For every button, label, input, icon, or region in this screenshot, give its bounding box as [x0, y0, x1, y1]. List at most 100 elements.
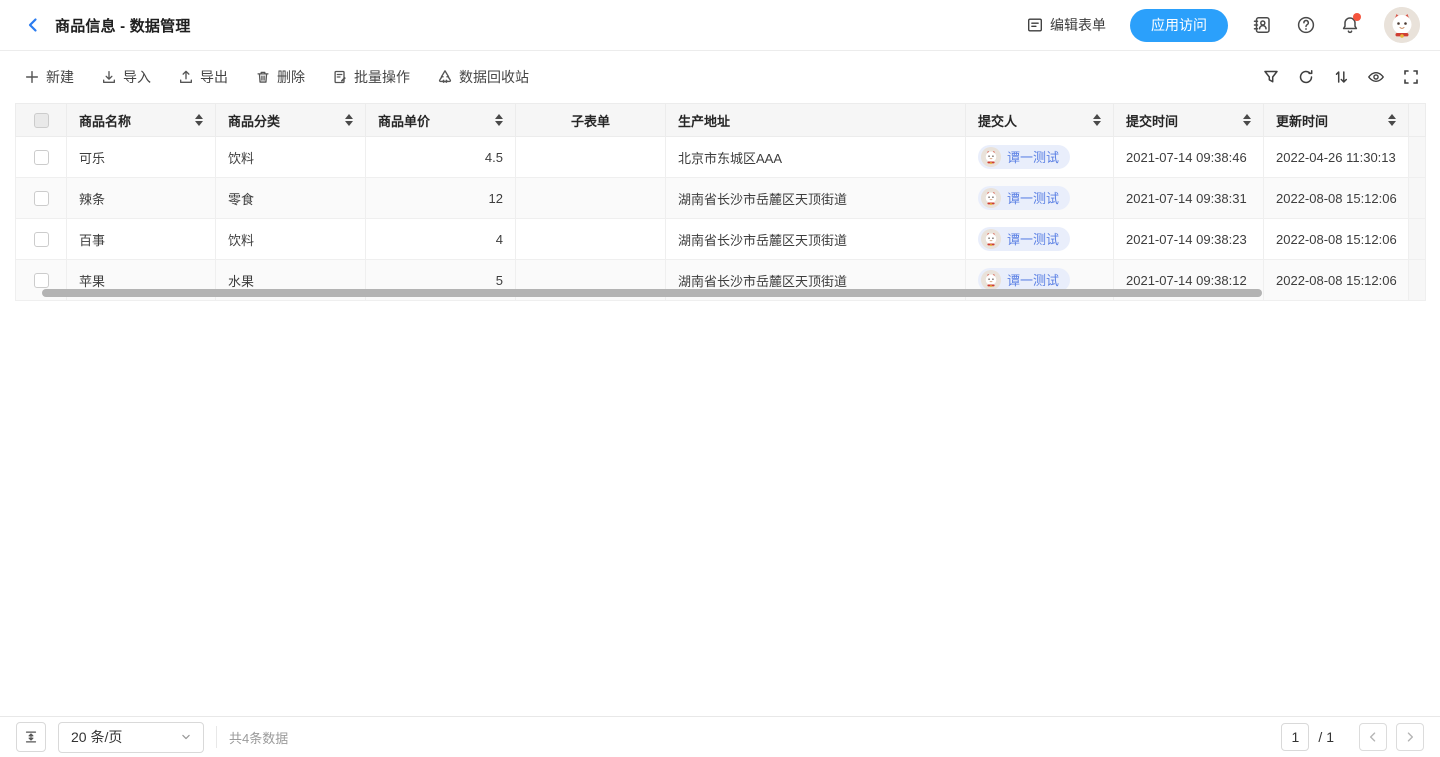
sort-toggle-icon[interactable]	[1243, 114, 1251, 126]
column-label: 子表单	[571, 111, 610, 130]
submitter-avatar	[981, 229, 1001, 249]
table-row[interactable]: 可乐饮料4.5北京市东城区AAA谭一测试2021-07-14 09:38:462…	[16, 137, 1426, 178]
refresh-icon[interactable]	[1297, 68, 1315, 86]
export-label: 导出	[200, 67, 228, 87]
column-label: 商品单价	[378, 111, 430, 130]
column-header[interactable]: 商品分类	[216, 104, 366, 137]
filter-icon[interactable]	[1262, 68, 1280, 86]
row-checkbox[interactable]	[34, 273, 49, 288]
filler-cell	[1409, 219, 1426, 260]
cell-product-name: 可乐	[67, 137, 216, 178]
fullscreen-icon[interactable]	[1402, 68, 1420, 86]
row-height-button[interactable]	[16, 722, 46, 752]
notification-bell-icon[interactable]	[1340, 15, 1360, 35]
submitter-badge[interactable]: 谭一测试	[978, 186, 1070, 210]
footer-pagination-bar: 20 条/页 共4条数据 1 / 1	[0, 716, 1440, 757]
column-label: 商品分类	[228, 111, 280, 130]
column-label: 商品名称	[79, 111, 131, 130]
cell-product-category: 零食	[216, 178, 366, 219]
new-label: 新建	[46, 67, 74, 87]
table-row[interactable]: 百事饮料4湖南省长沙市岳麓区天顶街道谭一测试2021-07-14 09:38:2…	[16, 219, 1426, 260]
submitter-name: 谭一测试	[1007, 188, 1059, 207]
batch-edit-icon	[332, 69, 348, 85]
cell-submitter: 谭一测试	[966, 219, 1114, 260]
column-header[interactable]: 商品单价	[366, 104, 516, 137]
column-header: 子表单	[516, 104, 666, 137]
cell-submitter: 谭一测试	[966, 178, 1114, 219]
column-label: 提交人	[978, 111, 1017, 130]
select-all-checkbox[interactable]	[34, 113, 49, 128]
delete-button[interactable]: 删除	[255, 67, 305, 87]
topbar-right: 编辑表单 应用访问	[1026, 7, 1420, 43]
prev-page-button[interactable]	[1359, 723, 1387, 751]
cell-production-address: 湖南省长沙市岳麓区天顶街道	[666, 219, 966, 260]
back-button[interactable]	[24, 16, 42, 34]
sort-toggle-icon[interactable]	[495, 114, 503, 126]
cell-update-time: 2022-08-08 15:12:06	[1264, 219, 1409, 260]
next-page-button[interactable]	[1396, 723, 1424, 751]
current-page-input[interactable]: 1	[1281, 723, 1309, 751]
cell-production-address: 北京市东城区AAA	[666, 137, 966, 178]
topbar-left: 商品信息 - 数据管理	[24, 15, 191, 36]
cell-update-time: 2022-04-26 11:30:13	[1264, 137, 1409, 178]
page-size-value: 20 条/页	[71, 727, 122, 747]
recycle-bin-button[interactable]: 数据回收站	[437, 67, 529, 87]
chevron-left-icon	[24, 16, 42, 34]
sort-icon[interactable]	[1332, 68, 1350, 86]
row-checkbox[interactable]	[34, 191, 49, 206]
sort-toggle-icon[interactable]	[195, 114, 203, 126]
batch-operations-button[interactable]: 批量操作	[332, 67, 410, 87]
sort-toggle-icon[interactable]	[1093, 114, 1101, 126]
column-header[interactable]: 商品名称	[67, 104, 216, 137]
cell-product-category: 饮料	[216, 219, 366, 260]
user-avatar[interactable]	[1384, 7, 1420, 43]
cell-product-price: 12	[366, 178, 516, 219]
trash-icon	[255, 69, 271, 85]
cell-submit-time: 2021-07-14 09:38:23	[1114, 219, 1264, 260]
chevron-right-icon	[1403, 730, 1417, 744]
import-button[interactable]: 导入	[101, 67, 151, 87]
column-header[interactable]: 提交人	[966, 104, 1114, 137]
notification-dot	[1353, 13, 1361, 21]
cell-product-price: 4	[366, 219, 516, 260]
cell-subform	[516, 219, 666, 260]
table-row[interactable]: 辣条零食12湖南省长沙市岳麓区天顶街道谭一测试2021-07-14 09:38:…	[16, 178, 1426, 219]
cell-submitter: 谭一测试	[966, 137, 1114, 178]
import-icon	[101, 69, 117, 85]
edit-form-button[interactable]: 编辑表单	[1026, 15, 1106, 35]
submitter-badge[interactable]: 谭一测试	[978, 268, 1070, 292]
eye-icon[interactable]	[1367, 68, 1385, 86]
export-button[interactable]: 导出	[178, 67, 228, 87]
data-table-area: 商品名称商品分类商品单价子表单生产地址提交人提交时间更新时间 可乐饮料4.5北京…	[15, 103, 1425, 301]
app-access-button[interactable]: 应用访问	[1130, 9, 1228, 42]
column-header[interactable]: 提交时间	[1114, 104, 1264, 137]
total-count-label: 共4条数据	[229, 728, 288, 747]
submitter-name: 谭一测试	[1007, 147, 1059, 166]
column-header[interactable]: 更新时间	[1264, 104, 1409, 137]
edit-form-label: 编辑表单	[1050, 15, 1106, 35]
row-checkbox[interactable]	[34, 150, 49, 165]
data-table: 商品名称商品分类商品单价子表单生产地址提交人提交时间更新时间 可乐饮料4.5北京…	[15, 103, 1426, 301]
divider	[216, 726, 217, 748]
filler-cell	[1409, 137, 1426, 178]
new-button[interactable]: 新建	[24, 67, 74, 87]
cell-product-price: 4.5	[366, 137, 516, 178]
delete-label: 删除	[277, 67, 305, 87]
submitter-avatar	[981, 188, 1001, 208]
page-size-select[interactable]: 20 条/页	[58, 722, 204, 753]
submitter-name: 谭一测试	[1007, 270, 1059, 289]
contacts-icon[interactable]	[1252, 15, 1272, 35]
help-icon[interactable]	[1296, 15, 1316, 35]
submitter-badge[interactable]: 谭一测试	[978, 145, 1070, 169]
sort-toggle-icon[interactable]	[345, 114, 353, 126]
sort-toggle-icon[interactable]	[1388, 114, 1396, 126]
submitter-avatar	[981, 270, 1001, 290]
cell-product-name: 辣条	[67, 178, 216, 219]
row-checkbox[interactable]	[34, 232, 49, 247]
toolbar-left: 新建 导入 导出 删除 批量操作 数据回收站	[24, 67, 529, 87]
export-icon	[178, 69, 194, 85]
submitter-badge[interactable]: 谭一测试	[978, 227, 1070, 251]
horizontal-scrollbar-thumb[interactable]	[42, 289, 1262, 297]
toolbar: 新建 导入 导出 删除 批量操作 数据回收站	[0, 51, 1440, 103]
filler-cell	[1409, 178, 1426, 219]
